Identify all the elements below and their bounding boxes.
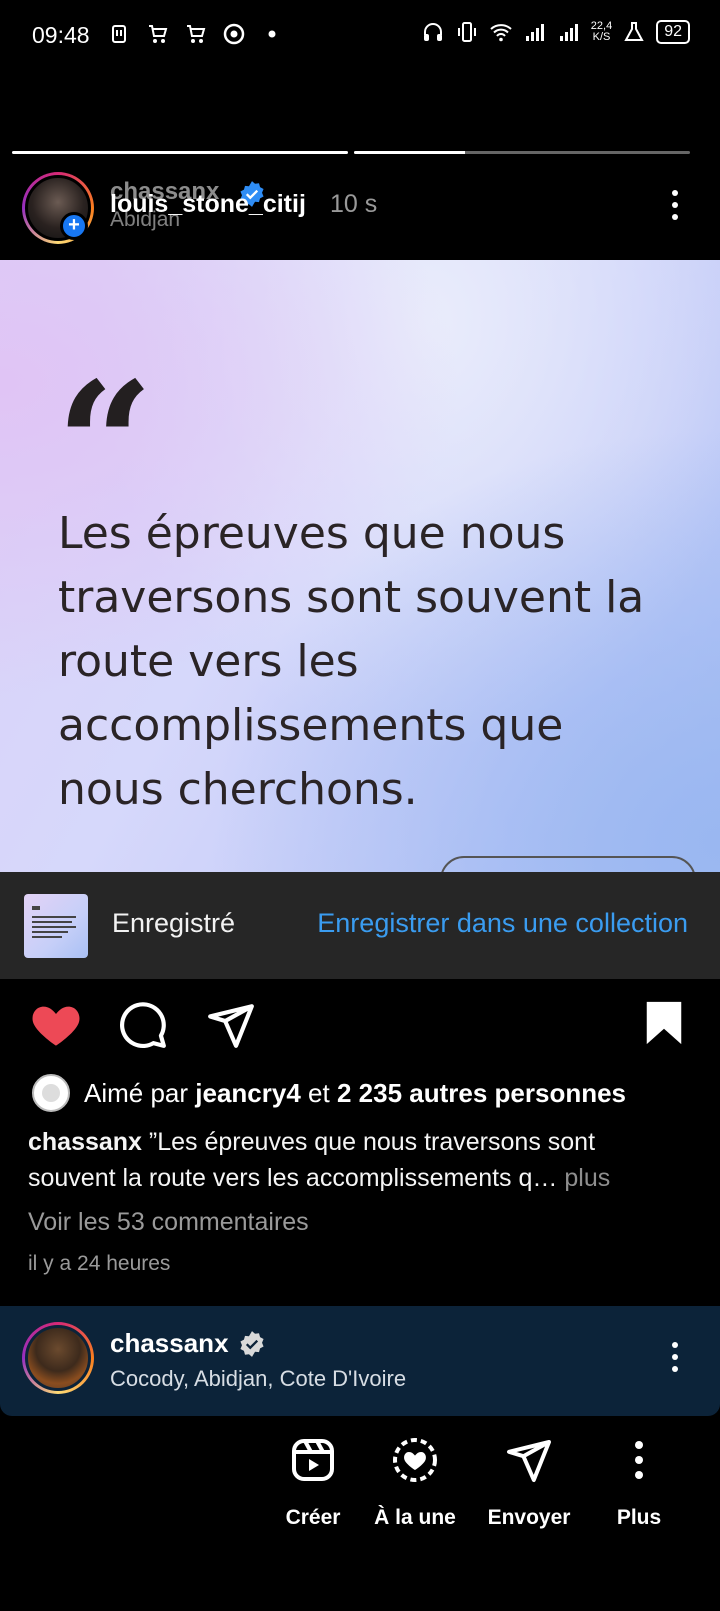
author-more-icon[interactable] (669, 1342, 681, 1372)
likes-text: Aimé par jeancry4 et 2 235 autres person… (84, 1077, 627, 1108)
sim-icon (112, 25, 126, 43)
headphones-icon (423, 23, 442, 41)
highlight-label: À la une (374, 1506, 456, 1529)
notification-icons (108, 22, 284, 46)
likes-line[interactable]: Aimé par jeancry4 et 2 235 autres person… (32, 1074, 626, 1112)
story-time: 10 s (330, 190, 378, 218)
more-button[interactable]: Plus (584, 1436, 694, 1530)
status-time: 09:48 (32, 22, 90, 48)
author-avatar[interactable] (22, 1322, 94, 1394)
add-story-icon[interactable]: + (60, 212, 88, 240)
author-bar[interactable]: chassanx Cocody, Abidjan, Cote D'Ivoire (0, 1306, 720, 1416)
story-progress-1 (12, 151, 348, 154)
vibrate-icon (457, 22, 476, 42)
more-vertical-icon (635, 1441, 643, 1479)
story-header: + chassanx Abidjan louis_stone_citij 10 … (0, 172, 720, 256)
saved-toast: Enregistré Enregistrer dans une collecti… (0, 872, 720, 979)
post-time: il y a 24 heures (28, 1252, 171, 1275)
send-icon (507, 1440, 551, 1482)
signal-icon (559, 24, 578, 41)
saved-label: Enregistré (112, 908, 236, 938)
system-icons: 22,4 K/S 92 (421, 20, 690, 44)
dot-icon (268, 30, 276, 38)
story-progress-2 (354, 151, 690, 154)
more-label: Plus (616, 1506, 662, 1529)
send-icon[interactable] (206, 1000, 256, 1050)
quote-text: Les épreuves que nous traversons sont so… (58, 508, 645, 815)
image-pill (440, 856, 696, 872)
caption-more[interactable]: plus (564, 1164, 610, 1192)
chrome-icon (223, 23, 245, 45)
view-comments-link[interactable]: Voir les 53 commentaires (28, 1208, 309, 1237)
bottom-actions: Créer À la une Envoyer Plus (0, 1436, 720, 1556)
flask-icon (624, 22, 644, 41)
author-location[interactable]: Cocody, Abidjan, Cote D'Ivoire (110, 1366, 406, 1392)
comment-icon[interactable] (118, 1000, 168, 1050)
post-image[interactable]: “ Les épreuves que nous traversons sont … (0, 260, 720, 872)
caption[interactable]: chassanx ”Les épreuves que nous traverso… (28, 1124, 688, 1196)
create-label: Créer (285, 1506, 341, 1529)
save-to-collection-link[interactable]: Enregistrer dans une collection (317, 908, 688, 939)
story-more-icon[interactable] (669, 190, 681, 220)
bookmark-filled-icon[interactable] (644, 1000, 684, 1046)
network-speed: 22,4 K/S (590, 20, 613, 43)
heart-filled-icon[interactable] (30, 1000, 82, 1048)
create-button[interactable]: Créer (258, 1436, 368, 1530)
author-name[interactable]: chassanx (110, 1328, 229, 1359)
highlight-button[interactable]: À la une (360, 1436, 470, 1530)
wifi-icon (490, 24, 512, 42)
liker-avatar (32, 1074, 70, 1112)
send-button[interactable]: Envoyer (474, 1436, 584, 1530)
story-username[interactable]: louis_stone_citij (110, 190, 306, 219)
signal-icon (525, 24, 544, 41)
reels-icon (292, 1439, 334, 1481)
cart-icon (187, 25, 206, 43)
send-label: Envoyer (487, 1506, 571, 1529)
status-bar: 09:48 22,4 K/S 92 (0, 0, 720, 72)
cart-icon (149, 25, 168, 43)
battery-indicator: 92 (656, 20, 690, 44)
verified-icon (240, 1331, 264, 1357)
caption-author[interactable]: chassanx (28, 1128, 142, 1156)
post-actions (0, 1000, 720, 1060)
saved-thumbnail (24, 894, 88, 958)
highlight-heart-icon (393, 1438, 437, 1482)
